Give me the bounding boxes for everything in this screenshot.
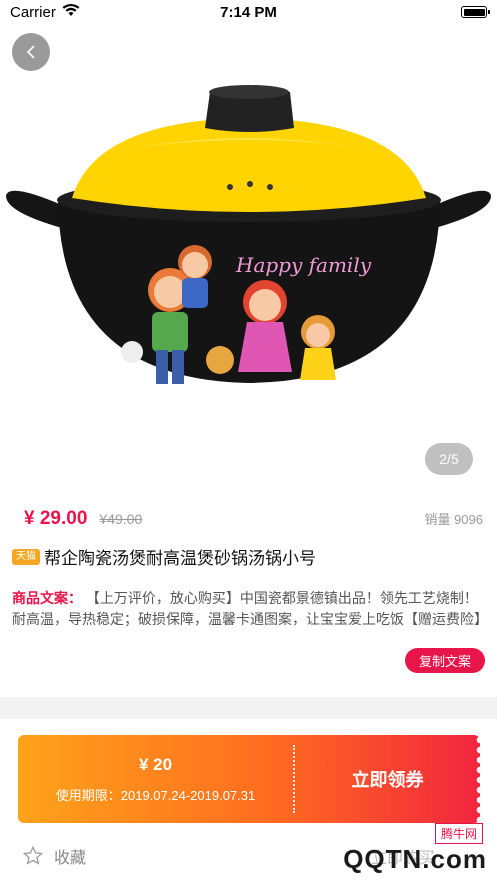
product-title: 帮企陶瓷汤煲耐高温煲砂锅汤锅小号	[44, 549, 316, 568]
original-price: ¥49.00	[99, 511, 143, 527]
wifi-icon	[62, 3, 80, 21]
status-bar: Carrier 7:14 PM	[0, 0, 497, 24]
price-row: ¥ 29.00 ¥49.00 销量 9096	[24, 508, 483, 534]
product-title-row: 天猫 帮企陶瓷汤煲耐高温煲砂锅汤锅小号	[12, 544, 485, 569]
page-indicator: 2/5	[425, 443, 473, 475]
tmall-badge: 天猫	[12, 548, 40, 565]
favorite-label: 收藏	[54, 850, 87, 867]
product-image-gallery[interactable]: Happy family 2/5	[0, 0, 497, 497]
coupon-card[interactable]: ¥ 20 使用期限：2019.07.24-2019.07.31 立即领券	[18, 735, 480, 823]
carrier-label: Carrier	[10, 3, 56, 21]
happy-family-text: Happy family	[235, 253, 372, 277]
product-image: Happy family	[6, 85, 491, 384]
section-divider	[0, 697, 497, 719]
sales-count: 销量 9096	[424, 512, 483, 527]
watermark-small: 腾牛网	[434, 823, 483, 844]
coupon-info: ¥ 20 使用期限：2019.07.24-2019.07.31	[18, 735, 293, 823]
product-copy: 商品文案： 【上万评价，放心购买】中国瓷都景德镇出品！领先工艺烧制！耐高温，导热…	[12, 588, 488, 630]
battery-icon	[461, 6, 490, 18]
favorite-button[interactable]: 收藏	[22, 844, 86, 868]
coupon-validity: 使用期限：2019.07.24-2019.07.31	[55, 787, 256, 803]
current-price: ¥ 29.00	[24, 508, 88, 529]
copy-text-button[interactable]: 复制文案	[405, 648, 485, 673]
site-watermark: 腾牛网 QQTN.com	[343, 823, 487, 875]
claim-coupon-button[interactable]: 立即领券	[295, 735, 480, 823]
star-icon	[22, 845, 44, 865]
watermark-logo: QQTN.com	[343, 844, 487, 874]
chevron-left-icon	[26, 45, 35, 59]
coupon-amount: ¥ 20	[138, 754, 173, 774]
copy-label: 商品文案：	[12, 590, 82, 606]
back-button[interactable]	[12, 33, 50, 71]
copy-text: 【上万评价，放心购买】中国瓷都景德镇出品！领先工艺烧制！耐高温，导热稳定；破损保…	[12, 590, 488, 627]
